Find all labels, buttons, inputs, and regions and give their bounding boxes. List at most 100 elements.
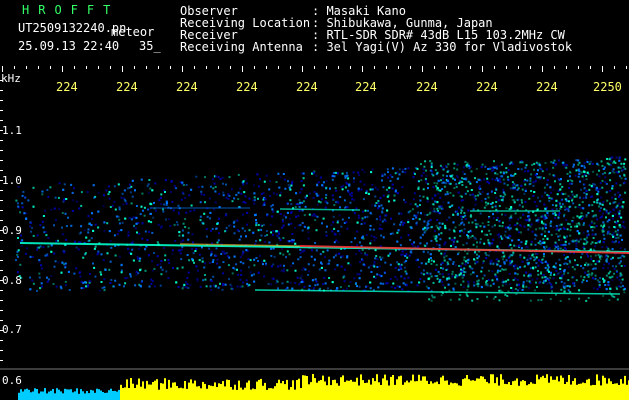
x-tick-mark <box>326 66 327 69</box>
noise-pixel <box>387 176 390 179</box>
noise-pixel <box>605 274 608 277</box>
level-bar <box>172 382 174 400</box>
noise-pixel <box>288 240 291 243</box>
noise-pixel <box>187 271 190 274</box>
level-bar <box>394 384 396 400</box>
noise-pixel <box>479 241 482 244</box>
level-bar <box>504 383 506 400</box>
noise-pixel <box>532 184 535 187</box>
noise-pixel <box>262 223 265 226</box>
y-tick-mark <box>0 120 3 121</box>
noise-pixel <box>563 290 566 293</box>
level-bar <box>608 378 610 400</box>
noise-pixel <box>379 218 382 221</box>
noise-pixel <box>592 215 595 218</box>
level-bar <box>282 381 284 400</box>
level-bar <box>536 374 538 400</box>
noise-pixel <box>516 265 519 268</box>
x-tick-mark <box>98 66 99 69</box>
noise-pixel <box>618 159 621 162</box>
noise-pixel <box>463 267 466 270</box>
level-bar <box>132 383 134 400</box>
noise-pixel <box>19 263 22 266</box>
noise-pixel <box>350 192 353 194</box>
noise-pixel <box>253 184 255 187</box>
noise-pixel <box>535 179 537 182</box>
noise-pixel <box>559 268 562 270</box>
noise-pixel <box>423 280 426 283</box>
noise-pixel <box>441 188 444 190</box>
noise-pixel <box>57 261 60 264</box>
noise-pixel <box>312 264 315 267</box>
noise-pixel <box>139 269 141 272</box>
noise-pixel <box>147 220 150 223</box>
noise-pixel <box>404 255 407 257</box>
noise-pixel <box>447 283 450 286</box>
level-bar <box>278 379 280 400</box>
noise-pixel <box>446 191 449 193</box>
noise-pixel <box>557 216 560 219</box>
noise-pixel <box>588 183 591 186</box>
noise-pixel <box>540 233 543 236</box>
noise-pixel <box>620 216 623 219</box>
noise-pixel <box>618 279 621 281</box>
noise-pixel <box>439 207 442 210</box>
noise-pixel <box>566 263 569 266</box>
noise-pixel <box>430 166 433 169</box>
noise-pixel <box>554 217 556 220</box>
noise-pixel <box>131 248 134 251</box>
noise-pixel <box>463 270 466 273</box>
noise-pixel <box>426 221 429 224</box>
noise-pixel <box>84 253 87 256</box>
noise-pixel <box>412 176 415 179</box>
noise-pixel <box>322 283 325 286</box>
noise-pixel <box>552 166 555 169</box>
noise-pixel <box>433 296 436 299</box>
noise-pixel <box>268 241 271 244</box>
noise-pixel <box>272 192 275 195</box>
noise-pixel <box>19 234 22 237</box>
noise-pixel <box>270 231 273 234</box>
noise-pixel <box>462 215 465 218</box>
noise-pixel <box>100 273 103 276</box>
noise-pixel <box>559 234 561 237</box>
x-tick-mark <box>410 66 411 69</box>
noise-pixel <box>312 287 315 290</box>
noise-pixel <box>578 289 581 292</box>
noise-pixel <box>281 282 284 285</box>
noise-pixel <box>403 277 406 280</box>
noise-pixel <box>465 186 468 189</box>
noise-pixel <box>259 178 261 181</box>
noise-pixel <box>554 247 556 250</box>
level-bar <box>20 389 22 400</box>
noise-pixel <box>454 282 457 285</box>
noise-pixel <box>414 203 417 206</box>
noise-pixel <box>578 170 581 173</box>
noise-pixel <box>242 262 245 265</box>
noise-pixel <box>149 187 152 190</box>
noise-pixel <box>537 217 540 220</box>
noise-pixel <box>541 195 544 198</box>
noise-pixel <box>201 221 204 224</box>
noise-pixel <box>77 248 80 251</box>
noise-pixel <box>393 199 396 202</box>
noise-pixel <box>495 219 498 221</box>
noise-pixel <box>621 205 624 208</box>
noise-pixel <box>531 278 534 281</box>
noise-pixel <box>586 230 589 233</box>
noise-pixel <box>582 223 585 226</box>
noise-pixel <box>385 188 388 191</box>
level-bar <box>384 374 386 400</box>
level-bar <box>460 385 462 400</box>
noise-pixel <box>320 266 323 269</box>
noise-pixel <box>150 221 153 224</box>
noise-pixel <box>29 225 32 228</box>
noise-pixel <box>107 185 110 188</box>
noise-pixel <box>127 247 130 250</box>
noise-pixel <box>378 205 381 208</box>
noise-pixel <box>464 263 467 266</box>
noise-pixel <box>423 231 426 234</box>
noise-pixel <box>120 264 123 267</box>
y-tick-mark <box>0 150 3 151</box>
noise-pixel <box>339 206 341 209</box>
